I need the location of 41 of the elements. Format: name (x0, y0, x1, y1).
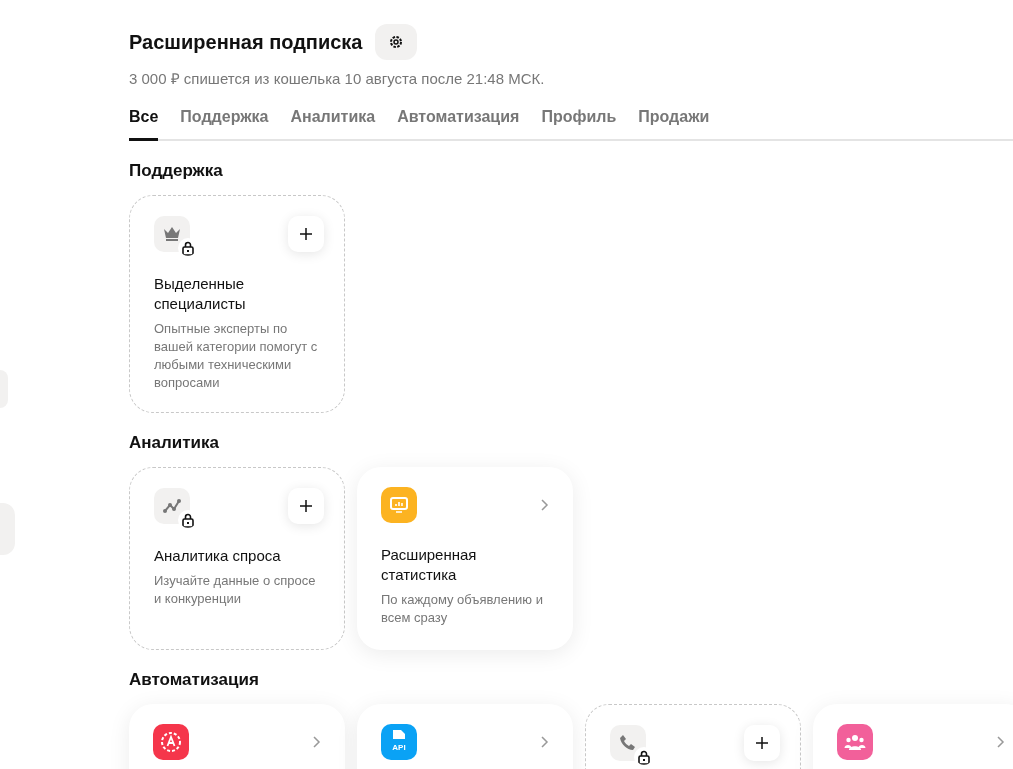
settings-icon (387, 34, 404, 50)
card-description: По каждому объявлению и всем сразу (381, 591, 544, 627)
settings-button[interactable] (374, 24, 417, 60)
billing-note: 3 000 ₽ спишется из кошелька 10 августа после 21:48 МСК. (129, 69, 546, 88)
plus-icon (299, 499, 313, 513)
add-button[interactable] (288, 216, 324, 252)
category-tab[interactable]: Все (129, 108, 159, 141)
document-icon (391, 729, 407, 739)
chevron-right-icon[interactable] (539, 498, 549, 512)
category-tab[interactable]: Профиль (541, 108, 617, 141)
monitor-icon (389, 496, 409, 514)
add-button[interactable] (744, 725, 780, 761)
card-description: Изучайте данные о спросе и конкуренции (154, 572, 317, 608)
category-tab[interactable]: Поддержка (180, 108, 269, 141)
crown-icon (162, 226, 182, 242)
plus-icon (299, 227, 313, 241)
chevron-right-icon[interactable] (311, 735, 321, 749)
category-tab[interactable]: Аналитика (290, 108, 376, 141)
graph-icon (162, 498, 182, 514)
section-title: Поддержка (129, 161, 224, 181)
circle-a-icon (160, 731, 182, 753)
service-card[interactable]: Расширенная статистика По каждому объявлению и всем сразу (357, 467, 573, 650)
card-title: Расширенная статистика (381, 545, 478, 585)
phone-icon (619, 734, 637, 752)
card-description: Опытные эксперты по вашей категории помогут с любыми техническими вопросами (154, 320, 319, 392)
service-card[interactable]: API (357, 704, 573, 769)
chevron-right-icon[interactable] (995, 735, 1005, 749)
chevron-right-icon[interactable] (539, 735, 549, 749)
category-tab[interactable]: Автоматизация (397, 108, 520, 141)
category-tab[interactable]: Продажи (638, 108, 710, 141)
section-title: Аналитика (129, 433, 220, 453)
add-button[interactable] (288, 488, 324, 524)
card-title: Аналитика спроса (154, 546, 282, 566)
section-title: Автоматизация (129, 670, 260, 690)
api-label: API (392, 742, 406, 752)
plus-icon (755, 736, 769, 750)
people-icon (844, 733, 866, 751)
service-card[interactable]: Аналитика спроса Изучайте данные о спросе и конкуренции (129, 467, 345, 650)
service-card[interactable]: Выделенные специалисты Опытные эксперты по вашей категории помогут с любыми техническими вопросами (129, 195, 345, 413)
page-title: Расширенная подписка (129, 30, 363, 54)
card-title: Выделенные специалисты (154, 274, 247, 314)
